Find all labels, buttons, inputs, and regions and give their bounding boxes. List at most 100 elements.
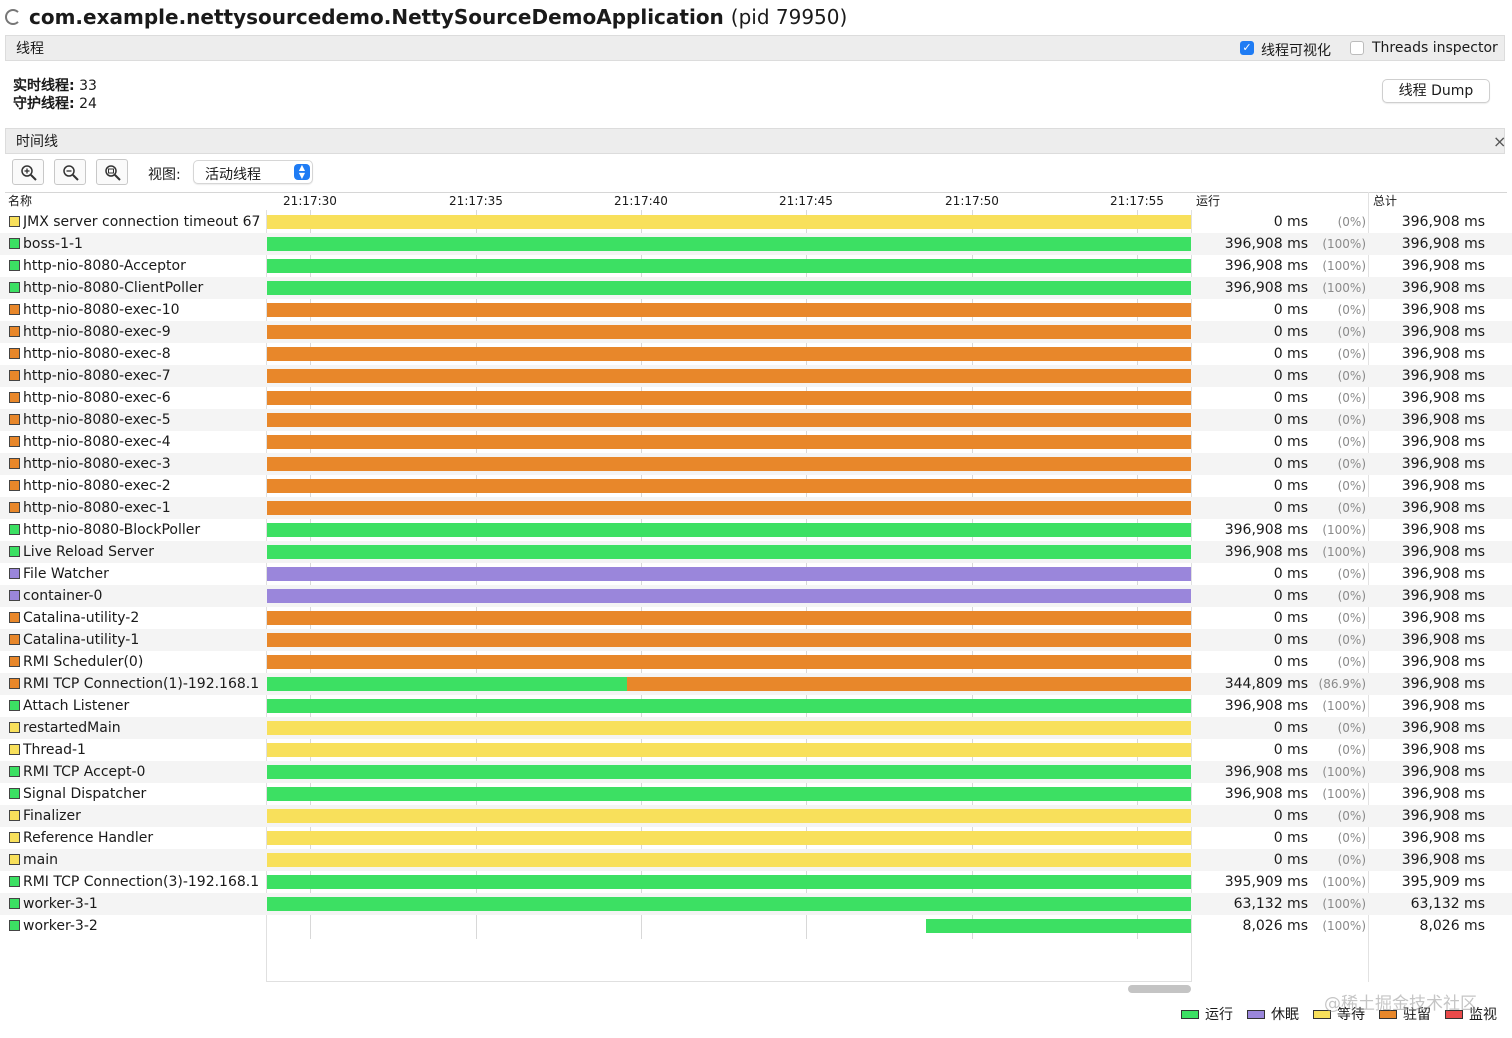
run-percent: (0%) [1337, 567, 1366, 581]
thread-row[interactable]: http-nio-8080-exec-8 0 ms (0%) 396,908 ms [0, 343, 1512, 365]
thread-state-bar [267, 721, 1191, 735]
thread-row[interactable]: Reference Handler 0 ms (0%) 396,908 ms [0, 827, 1512, 849]
threads-inspector-label[interactable]: Threads inspector [1372, 40, 1498, 56]
thread-row[interactable]: boss-1-1 396,908 ms (100%) 396,908 ms [0, 233, 1512, 255]
thread-state-bar [267, 611, 1191, 625]
thread-name: http-nio-8080-exec-8 [23, 346, 171, 362]
run-time: 0 ms [1273, 478, 1308, 494]
daemon-threads-stat: 守护线程: 24 [13, 95, 97, 113]
column-header-run[interactable]: 运行 [1196, 194, 1220, 208]
thread-row[interactable]: RMI TCP Accept-0 396,908 ms (100%) 396,908 … [0, 761, 1512, 783]
run-time: 0 ms [1273, 324, 1308, 340]
thread-row[interactable]: RMI TCP Connection(1)-192.168.1 344,809 m… [0, 673, 1512, 695]
thread-row[interactable]: RMI TCP Connection(3)-192.168.1 395,909 m… [0, 871, 1512, 893]
thread-name: Signal Dispatcher [23, 786, 147, 802]
thread-name: Catalina-utility-1 [23, 632, 140, 648]
zoom-out-button[interactable] [54, 159, 86, 185]
thread-row[interactable]: http-nio-8080-exec-5 0 ms (0%) 396,908 ms [0, 409, 1512, 431]
app-pid: (pid 79950) [730, 5, 848, 29]
thread-row[interactable]: JMX server connection timeout 67 0 ms (0%)… [0, 211, 1512, 233]
time-tick-label: 21:17:35 [449, 194, 503, 208]
thread-dump-button[interactable]: 线程 Dump [1382, 79, 1490, 103]
thread-row[interactable]: File Watcher 0 ms (0%) 396,908 ms [0, 563, 1512, 585]
total-time: 396,908 ms [1401, 500, 1485, 516]
thread-row[interactable]: http-nio-8080-exec-10 0 ms (0%) 396,908 ms [0, 299, 1512, 321]
thread-name: http-nio-8080-exec-3 [23, 456, 171, 472]
app-name: com.example.nettysourcedemo.NettySourceD… [29, 5, 724, 29]
run-time: 396,908 ms [1224, 698, 1308, 714]
thread-state-bar [267, 523, 1191, 537]
thread-state-bar [267, 347, 1191, 361]
column-header-total[interactable]: 总计 [1373, 194, 1397, 208]
zoom-fit-button[interactable] [96, 159, 128, 185]
thread-row[interactable]: worker-3-1 63,132 ms (100%) 63,132 ms [0, 893, 1512, 915]
thread-state-swatch [9, 766, 20, 777]
thread-row[interactable]: Live Reload Server 396,908 ms (100%) 396,90… [0, 541, 1512, 563]
total-time: 396,908 ms [1401, 808, 1485, 824]
thread-state-bar [267, 281, 1191, 295]
thread-row[interactable]: http-nio-8080-exec-1 0 ms (0%) 396,908 ms [0, 497, 1512, 519]
thread-state-swatch [9, 524, 20, 535]
thread-state-swatch [9, 546, 20, 557]
thread-row[interactable]: http-nio-8080-BlockPoller 396,908 ms (100%… [0, 519, 1512, 541]
thread-row[interactable]: RMI Scheduler(0) 0 ms (0%) 396,908 ms [0, 651, 1512, 673]
view-select[interactable]: 活动线程 ▲ ▼ [193, 160, 313, 184]
time-tick-label: 21:17:30 [283, 194, 337, 208]
thread-row[interactable]: worker-3-2 8,026 ms (100%) 8,026 ms [0, 915, 1512, 937]
thread-state-swatch [9, 788, 20, 799]
close-icon[interactable]: × [1493, 129, 1506, 155]
thread-row[interactable]: Catalina-utility-1 0 ms (0%) 396,908 ms [0, 629, 1512, 651]
thread-row[interactable]: http-nio-8080-exec-6 0 ms (0%) 396,908 ms [0, 387, 1512, 409]
thread-state-swatch [9, 832, 20, 843]
run-percent: (0%) [1337, 391, 1366, 405]
thread-row[interactable]: http-nio-8080-exec-2 0 ms (0%) 396,908 ms [0, 475, 1512, 497]
run-percent: (0%) [1337, 809, 1366, 823]
thread-row[interactable]: Thread-1 0 ms (0%) 396,908 ms [0, 739, 1512, 761]
thread-state-swatch [9, 260, 20, 271]
thread-name: http-nio-8080-ClientPoller [23, 280, 204, 296]
thread-state-bar [267, 765, 1191, 779]
timeline-scrollbar-thumb[interactable] [1128, 985, 1191, 993]
run-time: 0 ms [1273, 654, 1308, 670]
run-time: 396,908 ms [1224, 522, 1308, 538]
thread-row[interactable]: http-nio-8080-exec-7 0 ms (0%) 396,908 ms [0, 365, 1512, 387]
total-time: 396,908 ms [1401, 478, 1485, 494]
zoom-in-icon [21, 165, 37, 181]
thread-visualization-checkbox[interactable]: ✓ [1240, 41, 1254, 55]
run-percent: (100%) [1322, 897, 1366, 911]
loading-spinner-icon [5, 9, 21, 25]
thread-row[interactable]: http-nio-8080-exec-4 0 ms (0%) 396,908 ms [0, 431, 1512, 453]
thread-row[interactable]: http-nio-8080-exec-3 0 ms (0%) 396,908 ms [0, 453, 1512, 475]
thread-row[interactable]: http-nio-8080-exec-9 0 ms (0%) 396,908 ms [0, 321, 1512, 343]
threads-inspector-checkbox[interactable] [1350, 41, 1364, 55]
thread-row[interactable]: Catalina-utility-2 0 ms (0%) 396,908 ms [0, 607, 1512, 629]
timeline-scrollbar[interactable] [266, 984, 1192, 994]
thread-row[interactable]: main 0 ms (0%) 396,908 ms [0, 849, 1512, 871]
run-time: 0 ms [1273, 632, 1308, 648]
total-time: 396,908 ms [1401, 566, 1485, 582]
column-header-name[interactable]: 名称 [8, 194, 32, 208]
zoom-in-button[interactable] [12, 159, 44, 185]
total-time: 396,908 ms [1401, 324, 1485, 340]
thread-row[interactable]: http-nio-8080-ClientPoller 396,908 ms (100… [0, 277, 1512, 299]
run-percent: (0%) [1337, 347, 1366, 361]
thread-row[interactable]: container-0 0 ms (0%) 396,908 ms [0, 585, 1512, 607]
thread-stats: 实时线程: 33 守护线程: 24 [13, 77, 97, 113]
run-percent: (0%) [1337, 721, 1366, 735]
thread-state-bar [267, 699, 1191, 713]
total-time: 396,908 ms [1401, 786, 1485, 802]
total-time: 396,908 ms [1401, 214, 1485, 230]
live-threads-label: 实时线程: [13, 78, 75, 94]
total-time: 396,908 ms [1401, 456, 1485, 472]
thread-row[interactable]: restartedMain 0 ms (0%) 396,908 ms [0, 717, 1512, 739]
total-time: 396,908 ms [1401, 280, 1485, 296]
thread-state-swatch [9, 348, 20, 359]
total-time: 396,908 ms [1401, 830, 1485, 846]
thread-row[interactable]: Finalizer 0 ms (0%) 396,908 ms [0, 805, 1512, 827]
thread-row[interactable]: Attach Listener 396,908 ms (100%) 396,908 m… [0, 695, 1512, 717]
thread-row[interactable]: Signal Dispatcher 396,908 ms (100%) 396,908… [0, 783, 1512, 805]
thread-state-swatch [9, 876, 20, 887]
total-time: 396,908 ms [1401, 346, 1485, 362]
thread-visualization-label[interactable]: 线程可视化 [1261, 40, 1331, 60]
thread-row[interactable]: http-nio-8080-Acceptor 396,908 ms (100%) 39… [0, 255, 1512, 277]
